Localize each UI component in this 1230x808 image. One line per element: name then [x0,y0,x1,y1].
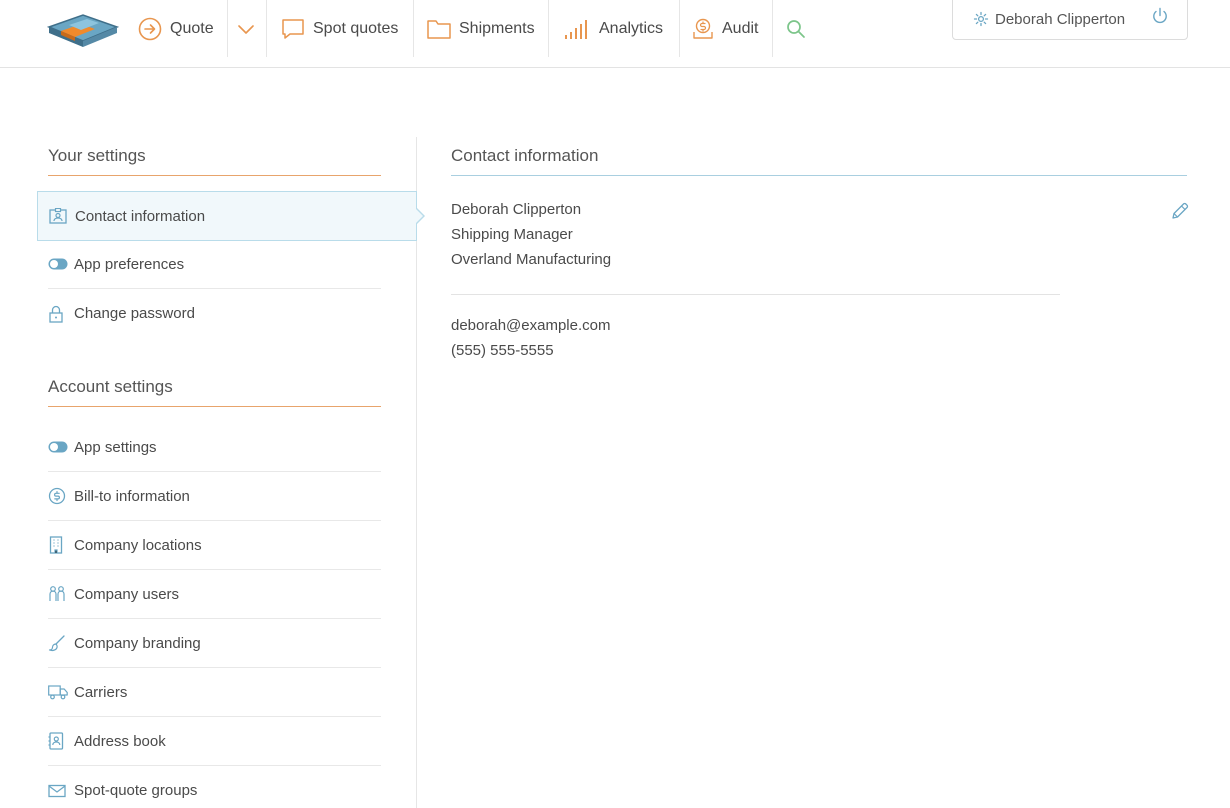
sidebar-item-company-locations[interactable]: Company locations [48,521,381,570]
bar-chart-icon [565,19,587,39]
sidebar-item-label: App settings [74,438,157,456]
account-settings-title: Account settings [48,377,173,396]
sidebar-item-label: Spot-quote groups [74,782,198,799]
nav-divider [679,0,680,57]
nav-quote-label: Quote [170,19,214,37]
contact-email: deborah@example.com [451,317,611,334]
search-button[interactable] [786,0,814,57]
info-divider [451,294,1060,295]
sidebar-item-label: Company branding [74,634,201,652]
toggle-icon [48,437,68,457]
search-icon [787,19,805,38]
sidebar-item-spot-quote-groups[interactable]: Spot-quote groups [48,766,381,808]
nav-divider [266,0,267,57]
folder-icon [427,19,451,39]
pencil-icon[interactable] [1170,201,1190,221]
toggle-icon [48,254,68,274]
sidebar-item-label: Company users [74,585,180,603]
sidebar-item-label: App preferences [74,255,185,273]
section-divider [48,406,381,407]
users-icon [48,584,68,604]
sidebar-item-app-settings[interactable]: App settings [48,423,381,472]
sidebar-item-company-users[interactable]: Company users [48,570,381,619]
sidebar-item-label: Bill-to information [74,487,190,505]
sidebar-item-change-password[interactable]: Change password [48,289,381,338]
page-title: Contact information [451,146,599,165]
sidebar-item-label: Address book [74,732,166,750]
nav-analytics[interactable]: Analytics [563,0,663,57]
contact-name: Deborah Clipperton [451,201,582,218]
nav-divider [772,0,773,57]
building-icon [48,535,68,555]
dollar-circle-icon [48,486,68,506]
nav-shipments[interactable]: Shipments [427,0,535,57]
sidebar-item-label: Company locations [74,536,202,554]
envelope-icon [48,781,68,801]
sidebar-item-company-branding[interactable]: Company branding [48,619,381,668]
contact-phone: (555) 555-5555 [451,342,554,359]
contact-job-title: Shipping Manager [451,226,573,243]
lock-icon [48,304,68,324]
nav-shipments-label: Shipments [459,19,535,37]
sidebar-item-address-book[interactable]: Address book [48,717,381,766]
nav-divider [548,0,549,57]
your-settings-title: Your settings [48,146,146,165]
power-icon[interactable] [1151,7,1169,25]
user-menu[interactable]: Deborah Clipperton [952,0,1188,40]
nav-analytics-label: Analytics [599,19,664,37]
nav-divider [227,0,228,57]
address-book-icon [48,731,68,751]
brush-icon [48,633,68,653]
nav-audit-label: Audit [722,19,759,37]
nav-quote[interactable]: Quote [138,0,214,57]
active-indicator-arrow-fill [415,208,423,224]
gear-icon[interactable] [973,11,989,27]
title-divider [451,175,1187,176]
arrow-circle-icon [138,17,162,40]
truck-icon [48,682,68,702]
top-navigation: Quote Spot quotes Shipments Analytics Au… [0,0,1230,68]
sidebar-item-label: Contact information [75,207,206,225]
sidebar-item-app-preferences[interactable]: App preferences [48,240,381,289]
audit-dollar-icon [693,18,713,39]
sidebar-item-label: Change password [74,305,195,322]
sidebar-item-carriers[interactable]: Carriers [48,668,381,717]
quote-dropdown-button[interactable] [238,0,262,57]
section-divider [48,175,381,176]
nav-divider [413,0,414,57]
chevron-down-icon [238,24,254,34]
company-logo[interactable] [47,11,119,49]
nav-audit[interactable]: Audit [692,0,758,57]
contact-company: Overland Manufacturing [451,251,612,268]
user-name[interactable]: Deborah Clipperton [995,11,1125,28]
nav-spot-quotes-label: Spot quotes [313,19,399,37]
sidebar-item-bill-to-information[interactable]: Bill-to information [48,472,381,521]
nav-spot-quotes[interactable]: Spot quotes [281,0,398,57]
contact-card-icon [49,206,69,226]
speech-bubble-icon [282,18,304,39]
sidebar-item-label: Carriers [74,683,128,701]
sidebar-item-contact-information[interactable]: Contact information [37,191,417,241]
